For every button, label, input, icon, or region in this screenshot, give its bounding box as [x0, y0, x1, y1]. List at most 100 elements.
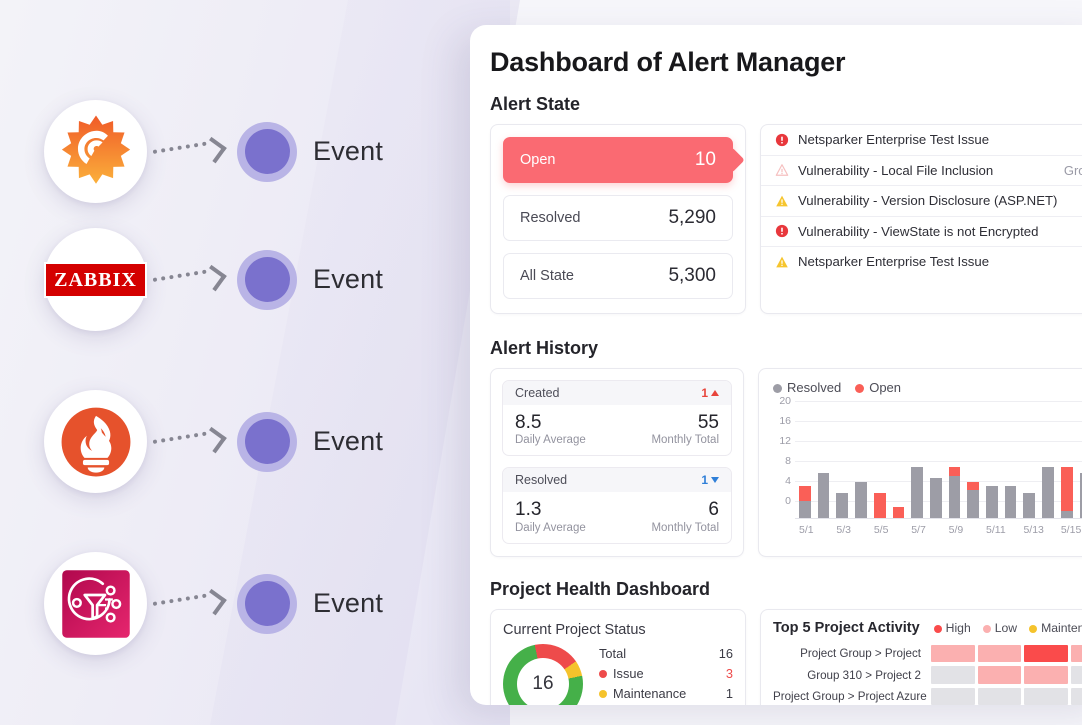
- screenshot-root: Event ZABBIX Event Event Event Dashboard…: [0, 0, 1082, 725]
- chart-bar[interactable]: [836, 419, 849, 519]
- cloudwatch-logo-badge: [44, 552, 147, 655]
- alert-history-bar-chart: 0 4 8 12 16 20 5/1 5/3 5/5 5/7 5/9 5/11 5/13 5/15: [769, 395, 1082, 536]
- section-title-alert-state: Alert State: [490, 94, 581, 114]
- section-title-project-health: Project Health Dashboard: [490, 578, 711, 599]
- bar-segment-resolved: [929, 478, 942, 519]
- state-label: Open: [520, 152, 556, 168]
- legend-label: Low: [994, 620, 1018, 635]
- prometheus-icon: [61, 407, 130, 476]
- chart-bar[interactable]: [1023, 419, 1036, 519]
- critical-circle-icon: [775, 133, 789, 146]
- chart-bar[interactable]: [892, 419, 905, 519]
- chart-bar[interactable]: [855, 419, 867, 519]
- alert-list-item[interactable]: Vulnerability - Local File Inclusion Gro…: [761, 156, 1082, 186]
- legend-label: Resolved: [787, 380, 842, 395]
- chart-legend: Resolved Open: [773, 380, 1082, 395]
- metric-caption: Monthly Total: [651, 521, 719, 534]
- chart-bar[interactable]: [948, 419, 961, 519]
- metric-value: 8.5: [515, 412, 542, 433]
- legend-row-maintenance: Maintenance 1: [599, 686, 733, 701]
- project-health-section: Current Project Status 16 Total 16 Issue…: [490, 608, 1082, 705]
- prometheus-logo-badge: [44, 390, 147, 493]
- heatmap-row-label: Group 310 > Project 2: [807, 668, 921, 682]
- project-status-donut-chart: 16: [503, 643, 583, 705]
- heatmap-cell[interactable]: [977, 644, 1021, 663]
- gridline: [795, 401, 1082, 402]
- zabbix-logo-badge: ZABBIX: [44, 228, 147, 331]
- metric-value: 55: [697, 412, 719, 433]
- heatmap-cells: [931, 687, 1082, 705]
- history-card-title: Resolved: [515, 473, 568, 488]
- heatmap-cell[interactable]: [1070, 644, 1082, 663]
- legend-dot-icon: [599, 669, 607, 678]
- triangle-up-icon: [711, 390, 719, 396]
- bar-segment-open: [873, 492, 886, 519]
- bar-segment-resolved: [1023, 492, 1036, 519]
- bar-segment-open: [799, 485, 811, 501]
- alert-list-item[interactable]: Vulnerability - Version Disclosure (ASP.…: [761, 186, 1082, 217]
- alert-state-card: Open 10 Resolved 5,290 All State 5,300: [490, 124, 746, 314]
- alert-list[interactable]: Netsparker Enterprise Test Issue Vulnera…: [760, 124, 1082, 314]
- state-item-resolved[interactable]: Resolved 5,290: [503, 195, 733, 241]
- heatmap-cell[interactable]: [931, 666, 975, 684]
- chart-bar[interactable]: [799, 419, 811, 519]
- alert-list-item[interactable]: Netsparker Enterprise Test Issue: [761, 125, 1082, 156]
- chart-bar[interactable]: [929, 419, 942, 519]
- heatmap-cell[interactable]: [977, 666, 1021, 684]
- chart-bar[interactable]: [1042, 419, 1054, 519]
- legend-value: 16: [718, 646, 733, 662]
- triangle-down-icon: [711, 477, 719, 484]
- bar-segment-resolved: [1042, 466, 1054, 519]
- grafana-icon: [61, 114, 130, 184]
- chart-bar[interactable]: [967, 419, 980, 519]
- chart-bar[interactable]: [817, 419, 830, 519]
- alert-text: Netsparker Enterprise Test Issue: [798, 254, 990, 270]
- x-tick-label: 5/9: [948, 524, 964, 536]
- x-tick-label: [930, 524, 942, 536]
- state-item-all-state[interactable]: All State 5,300: [503, 253, 733, 299]
- metric-value: 1.3: [515, 499, 542, 521]
- chart-bar[interactable]: [873, 419, 886, 519]
- heatmap-cell[interactable]: [977, 687, 1021, 705]
- warning-triangle-light-icon: [775, 164, 789, 177]
- state-value: 5,300: [668, 265, 716, 286]
- heatmap-cell[interactable]: [1024, 666, 1068, 684]
- chart-bar[interactable]: [1004, 419, 1017, 519]
- y-tick-label: 20: [779, 395, 791, 407]
- chart-bar[interactable]: [1060, 419, 1073, 519]
- heatmap-cell[interactable]: [1024, 687, 1068, 705]
- metric-caption: Daily Average: [515, 521, 586, 534]
- y-tick-label: 8: [785, 455, 791, 467]
- alert-list-item[interactable]: Vulnerability - ViewState is not Encrypt…: [761, 217, 1082, 247]
- heatmap-cell[interactable]: [1070, 666, 1082, 684]
- x-tick-label: [1042, 524, 1054, 536]
- state-label: All State: [520, 268, 574, 284]
- chart-bar[interactable]: [911, 419, 923, 519]
- y-tick-label: 16: [779, 415, 791, 427]
- heatmap-cell[interactable]: [1070, 687, 1082, 705]
- source-row-cloudwatch: Event: [44, 552, 383, 655]
- heatmap-row: Project Group > Project Azure: [773, 687, 1082, 705]
- alert-text: Vulnerability - Local File Inclusion: [798, 162, 994, 178]
- alert-text: Vulnerability - ViewState is not Encrypt…: [798, 223, 1039, 239]
- metric-caption: Monthly Total: [651, 434, 719, 447]
- legend-item-high: High: [933, 621, 971, 635]
- flow-arrow: [152, 263, 229, 297]
- heatmap-cell[interactable]: [931, 687, 975, 705]
- x-tick-label: [818, 524, 830, 536]
- card-title: Current Project Status: [503, 621, 646, 638]
- y-tick-label: 12: [779, 435, 791, 447]
- chart-bar[interactable]: [986, 419, 998, 519]
- source-row-prometheus: Event: [44, 390, 383, 493]
- heatmap-cell[interactable]: [931, 644, 975, 663]
- alert-list-item[interactable]: Netsparker Enterprise Test Issue: [761, 247, 1082, 277]
- heatmap-cell[interactable]: [1024, 644, 1068, 663]
- legend-label: Maintenance: [613, 686, 687, 702]
- bar-segment-open: [948, 467, 961, 476]
- legend-value: 3: [725, 666, 733, 682]
- section-title-alert-history: Alert History: [490, 338, 599, 358]
- state-item-open[interactable]: Open 10: [503, 137, 733, 183]
- heatmap-cells: [931, 666, 1082, 684]
- source-row-grafana: Event: [44, 100, 383, 203]
- critical-circle-icon: [775, 225, 789, 238]
